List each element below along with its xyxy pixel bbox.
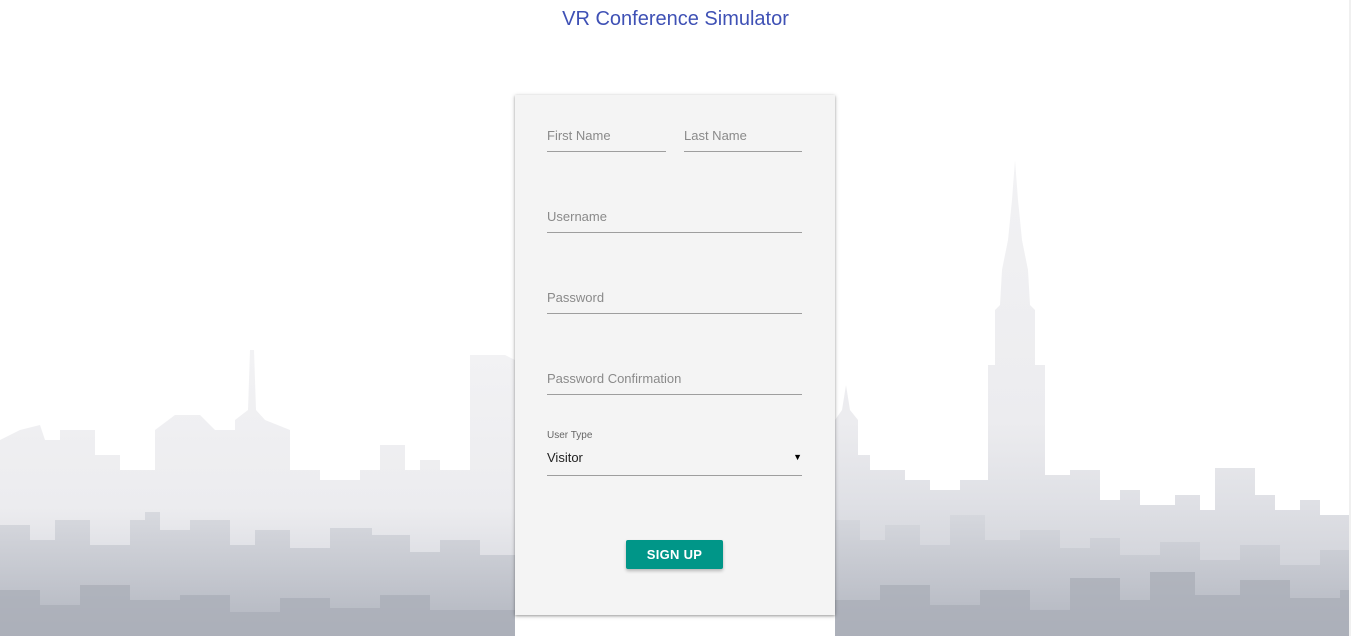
- page-title: VR Conference Simulator: [562, 8, 789, 30]
- last-name-input[interactable]: [684, 121, 802, 149]
- page: VR Conference Simulator User Type Visito…: [0, 0, 1351, 636]
- user-type-selected-value: Visitor: [547, 450, 583, 465]
- password-confirmation-input[interactable]: [547, 364, 802, 392]
- password-field: [547, 283, 802, 314]
- user-type-select[interactable]: Visitor ▼: [547, 445, 802, 476]
- username-input[interactable]: [547, 202, 802, 230]
- user-type-label: User Type: [547, 430, 593, 441]
- last-name-field: [684, 121, 802, 152]
- first-name-input[interactable]: [547, 121, 666, 149]
- dropdown-arrow-icon: ▼: [793, 452, 802, 462]
- username-field: [547, 202, 802, 233]
- sign-up-button[interactable]: SIGN UP: [626, 540, 723, 569]
- password-input[interactable]: [547, 283, 802, 311]
- first-name-field: [547, 121, 666, 152]
- signup-form-card: User Type Visitor ▼ SIGN UP: [515, 95, 835, 615]
- password-confirmation-field: [547, 364, 802, 395]
